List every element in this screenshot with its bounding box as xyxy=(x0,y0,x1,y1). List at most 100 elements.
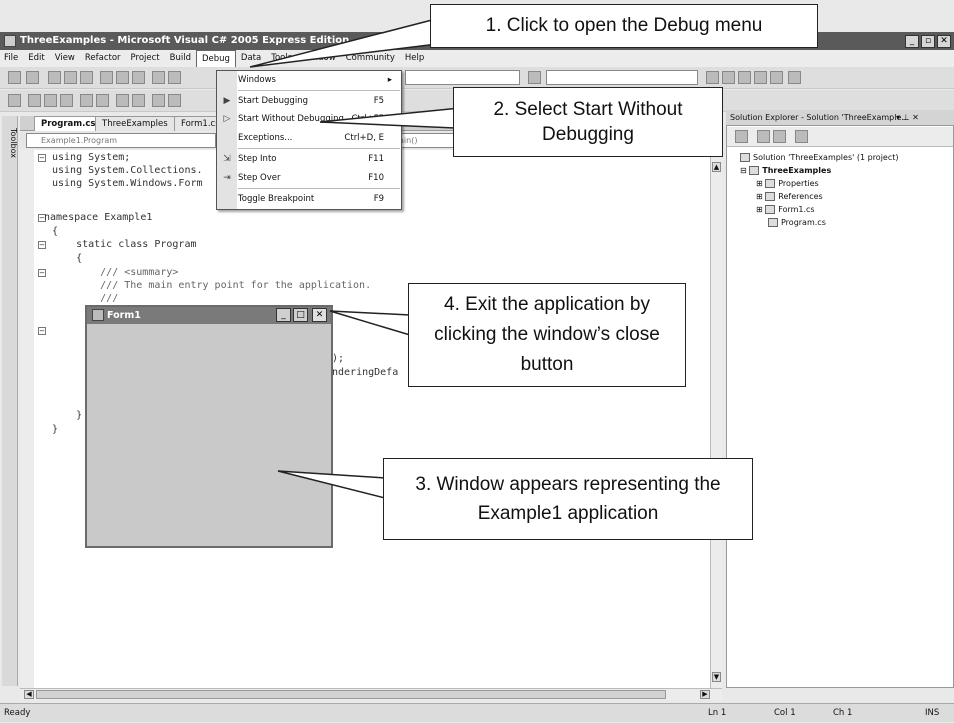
find-combo[interactable] xyxy=(546,70,698,85)
outline-collapse-using[interactable]: − xyxy=(38,154,46,162)
menu-build[interactable]: Build xyxy=(165,50,196,67)
undo-icon[interactable] xyxy=(152,71,165,84)
form1-maximize-button[interactable]: □ xyxy=(293,308,308,322)
code-line: using System; xyxy=(52,152,131,163)
tree-project[interactable]: ⊟ ThreeExamples xyxy=(740,165,831,177)
menu-separator xyxy=(238,90,400,91)
menu-edit[interactable]: Edit xyxy=(23,50,49,67)
status-insert-mode: INS xyxy=(925,708,940,718)
menu-file[interactable]: File xyxy=(0,50,23,67)
code-line: { xyxy=(52,226,59,237)
comment-icon[interactable] xyxy=(116,94,129,107)
menu-tools[interactable]: Tools xyxy=(266,50,297,67)
tab-threeexamples[interactable]: ThreeExamples xyxy=(95,116,175,131)
copy-icon[interactable] xyxy=(116,71,129,84)
properties-icon[interactable] xyxy=(722,71,735,84)
scroll-thumb[interactable] xyxy=(36,690,666,699)
increase-indent-icon[interactable] xyxy=(96,94,109,107)
tree-item-program[interactable]: Program.cs xyxy=(768,217,826,229)
save-icon[interactable] xyxy=(64,71,77,84)
type-dropdown[interactable]: Example1.Program xyxy=(26,133,216,148)
tree-item-label: References xyxy=(778,192,823,201)
debug-menu-windows[interactable]: Windows ▸ xyxy=(238,71,400,89)
paste-icon[interactable] xyxy=(132,71,145,84)
object-browser-icon[interactable] xyxy=(738,71,751,84)
outline-collapse-summary[interactable]: − xyxy=(38,269,46,277)
menu-debug[interactable]: Debug xyxy=(195,50,236,67)
toolbox-strip[interactable] xyxy=(2,116,18,686)
decrease-indent-icon[interactable] xyxy=(80,94,93,107)
editor-horizontal-scrollbar[interactable]: ◀ ▶ xyxy=(20,688,722,700)
uncomment-icon[interactable] xyxy=(132,94,145,107)
solution-config-combo[interactable] xyxy=(405,70,520,85)
show-all-files-icon[interactable] xyxy=(757,130,770,143)
tree-item-references[interactable]: ⊞ References xyxy=(756,191,823,203)
app-icon[interactable] xyxy=(4,35,16,47)
member-list-icon[interactable] xyxy=(28,94,41,107)
save-all-icon[interactable] xyxy=(80,71,93,84)
bookmark-icon[interactable] xyxy=(152,94,165,107)
panel-pin-close-icons[interactable]: ▾ ⊥ ✕ xyxy=(896,111,919,125)
cut-icon[interactable] xyxy=(100,71,113,84)
new-project-icon[interactable] xyxy=(8,71,21,84)
debug-menu-step-into[interactable]: Step Into F11 xyxy=(238,150,400,168)
debug-menu-start-without-debugging[interactable]: Start Without Debugging Ctrl+F5 xyxy=(238,110,400,128)
open-icon[interactable] xyxy=(48,71,61,84)
menu-help[interactable]: Help xyxy=(400,50,429,67)
code-line: } xyxy=(52,410,83,421)
window-maximize-button[interactable]: ▫ xyxy=(921,35,935,48)
callout-step-2-text: 2. Select Start Without Debugging xyxy=(493,99,683,145)
refresh-icon[interactable] xyxy=(773,130,786,143)
find-icon[interactable] xyxy=(528,71,541,84)
debug-menu-start-debugging[interactable]: Start Debugging F5 xyxy=(238,92,400,110)
scroll-down-arrow-icon[interactable]: ▼ xyxy=(712,672,721,682)
tree-item-properties[interactable]: ⊞ Properties xyxy=(756,178,819,190)
redo-icon[interactable] xyxy=(168,71,181,84)
outline-collapse-main[interactable]: − xyxy=(38,327,46,335)
window-close-button[interactable]: ✕ xyxy=(937,35,951,48)
properties-icon[interactable] xyxy=(735,130,748,143)
tree-solution[interactable]: Solution 'ThreeExamples' (1 project) xyxy=(740,152,899,164)
scroll-left-arrow-icon[interactable]: ◀ xyxy=(24,690,34,699)
callout-step-3-text: 3. Window appears representing the Examp… xyxy=(415,474,721,524)
form1-minimize-button[interactable]: _ xyxy=(276,308,291,322)
more-icon[interactable] xyxy=(788,71,801,84)
solution-explorer-icon[interactable] xyxy=(706,71,719,84)
editor-vertical-scrollbar[interactable]: ▲ ▼ xyxy=(710,150,722,688)
debug-menu-step-over[interactable]: Step Over F10 xyxy=(238,169,400,187)
window-minimize-button[interactable]: _ xyxy=(905,35,919,48)
outline-collapse-class[interactable]: − xyxy=(38,241,46,249)
status-bar: Ready Ln 1 Col 1 Ch 1 INS xyxy=(0,703,954,722)
scroll-right-arrow-icon[interactable]: ▶ xyxy=(700,690,710,699)
parameter-info-icon[interactable] xyxy=(44,94,57,107)
menu-refactor[interactable]: Refactor xyxy=(80,50,126,67)
callout-step-1: 1. Click to open the Debug menu xyxy=(430,4,818,48)
menu-bar: File Edit View Refactor Project Build De… xyxy=(0,50,954,67)
menu-window[interactable]: Window xyxy=(297,50,341,67)
menu-project[interactable]: Project xyxy=(126,50,165,67)
add-item-icon[interactable] xyxy=(26,71,39,84)
window-title: ThreeExamples - Microsoft Visual C# 2005… xyxy=(20,35,350,46)
tree-item-form1[interactable]: ⊞ Form1.cs xyxy=(756,204,815,216)
menu-data[interactable]: Data xyxy=(236,50,266,67)
menu-community[interactable]: Community xyxy=(341,50,400,67)
solution-explorer-toolbar xyxy=(727,127,953,147)
toolbox-label[interactable]: Toolbox xyxy=(0,118,18,168)
debug-menu-exceptions[interactable]: Exceptions... Ctrl+D, E xyxy=(238,129,400,147)
folder-icon xyxy=(765,179,776,188)
debug-menu-toggle-breakpoint[interactable]: Toggle Breakpoint F9 xyxy=(238,190,400,208)
scroll-up-arrow-icon[interactable]: ▲ xyxy=(712,162,721,172)
quick-info-icon[interactable] xyxy=(60,94,73,107)
menu-view[interactable]: View xyxy=(50,50,80,67)
toolbox-icon[interactable] xyxy=(754,71,767,84)
form1-close-button[interactable]: ✕ xyxy=(312,308,327,322)
editor-tool-icon[interactable] xyxy=(8,94,21,107)
view-code-icon[interactable] xyxy=(795,130,808,143)
form1-window[interactable] xyxy=(85,305,333,548)
next-bookmark-icon[interactable] xyxy=(168,94,181,107)
tree-item-label: Form1.cs xyxy=(778,205,815,214)
status-char: Ch 1 xyxy=(833,708,853,718)
form1-app-icon[interactable] xyxy=(92,309,104,321)
start-page-icon[interactable] xyxy=(770,71,783,84)
tab-program-cs[interactable]: Program.cs xyxy=(34,116,103,131)
